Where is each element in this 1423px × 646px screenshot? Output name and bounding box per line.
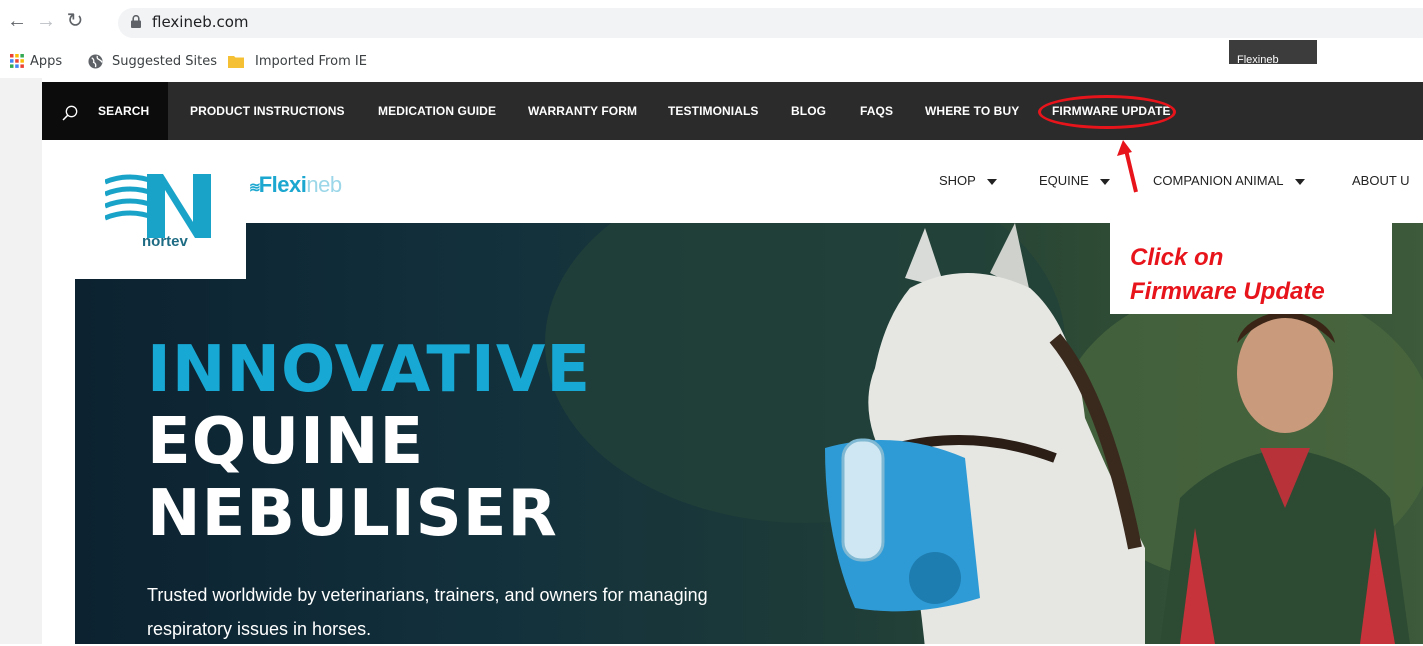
caret-down-icon <box>1294 178 1305 185</box>
firmware-highlight-circle <box>1038 95 1176 129</box>
main-nav-shop[interactable]: SHOP <box>939 173 997 188</box>
apps-grid-icon <box>10 54 24 68</box>
hero-title-line-3: NEBULISER <box>147 477 558 551</box>
main-nav-label: ABOUT U <box>1352 173 1410 188</box>
main-nav-equine[interactable]: EQUINE <box>1039 173 1110 188</box>
annotation-line-1: Click on <box>1130 244 1224 271</box>
nav-medication-guide[interactable]: MEDICATION GUIDE <box>378 104 496 118</box>
back-arrow-icon[interactable]: ← <box>6 10 28 32</box>
hero-subtitle: Trusted worldwide by veterinarians, trai… <box>147 585 708 639</box>
caret-down-icon <box>986 178 997 185</box>
bookmark-apps[interactable]: Apps <box>10 52 62 70</box>
search-icon[interactable] <box>62 105 78 121</box>
annotation-arrow-icon <box>1117 140 1138 193</box>
tooltip-text: Flexineb <box>1237 54 1279 66</box>
trainer-image <box>1160 310 1410 644</box>
globe-icon <box>88 53 103 69</box>
page-left-gutter <box>0 78 42 644</box>
annotation-line-2: Firmware Update <box>1130 278 1325 305</box>
flexineb-logo[interactable]: ≋Flexineb <box>249 172 342 198</box>
reload-icon[interactable]: ↻ <box>64 10 86 32</box>
nortev-wordmark: nortev <box>142 233 188 250</box>
lock-icon <box>131 15 141 28</box>
bookmark-label: Apps <box>30 53 63 69</box>
hero-title-line-1: INNOVATIVE <box>147 333 592 407</box>
address-bar[interactable] <box>118 8 1423 38</box>
main-nav-label: COMPANION ANIMAL <box>1153 173 1284 188</box>
flexineb-thin-text: neb <box>306 172 342 197</box>
bookmark-label: Imported From IE <box>255 53 367 69</box>
nav-where-to-buy[interactable]: WHERE TO BUY <box>925 104 1019 118</box>
caret-down-icon <box>1099 178 1110 185</box>
nav-faqs[interactable]: FAQS <box>860 104 893 118</box>
nav-blog[interactable]: BLOG <box>791 104 826 118</box>
flexineb-bold-text: Flexi <box>258 172 307 197</box>
main-nav-about[interactable]: ABOUT U <box>1352 173 1410 188</box>
nav-product-instructions[interactable]: PRODUCT INSTRUCTIONS <box>190 104 345 118</box>
forward-arrow-icon[interactable]: → <box>35 10 57 32</box>
flexineb-wave-icon: ≋ <box>249 179 261 195</box>
main-nav-label: EQUINE <box>1039 173 1089 188</box>
hero-title-line-2: EQUINE <box>147 405 425 479</box>
nav-warranty-form[interactable]: WARRANTY FORM <box>528 104 637 118</box>
url-text[interactable]: flexineb.com <box>152 13 249 31</box>
folder-icon <box>228 56 244 68</box>
tab-tooltip: Flexineb <box>1229 40 1317 66</box>
bookmark-suggested-sites[interactable]: Suggested Sites <box>88 52 217 70</box>
nav-testimonials[interactable]: TESTIMONIALS <box>668 104 759 118</box>
main-nav-label: SHOP <box>939 173 976 188</box>
bookmark-label: Suggested Sites <box>112 53 217 69</box>
main-nav-companion-animal[interactable]: COMPANION ANIMAL <box>1153 173 1305 188</box>
search-label[interactable]: SEARCH <box>98 104 149 118</box>
bookmark-imported-from-ie[interactable]: Imported From IE <box>228 52 367 70</box>
